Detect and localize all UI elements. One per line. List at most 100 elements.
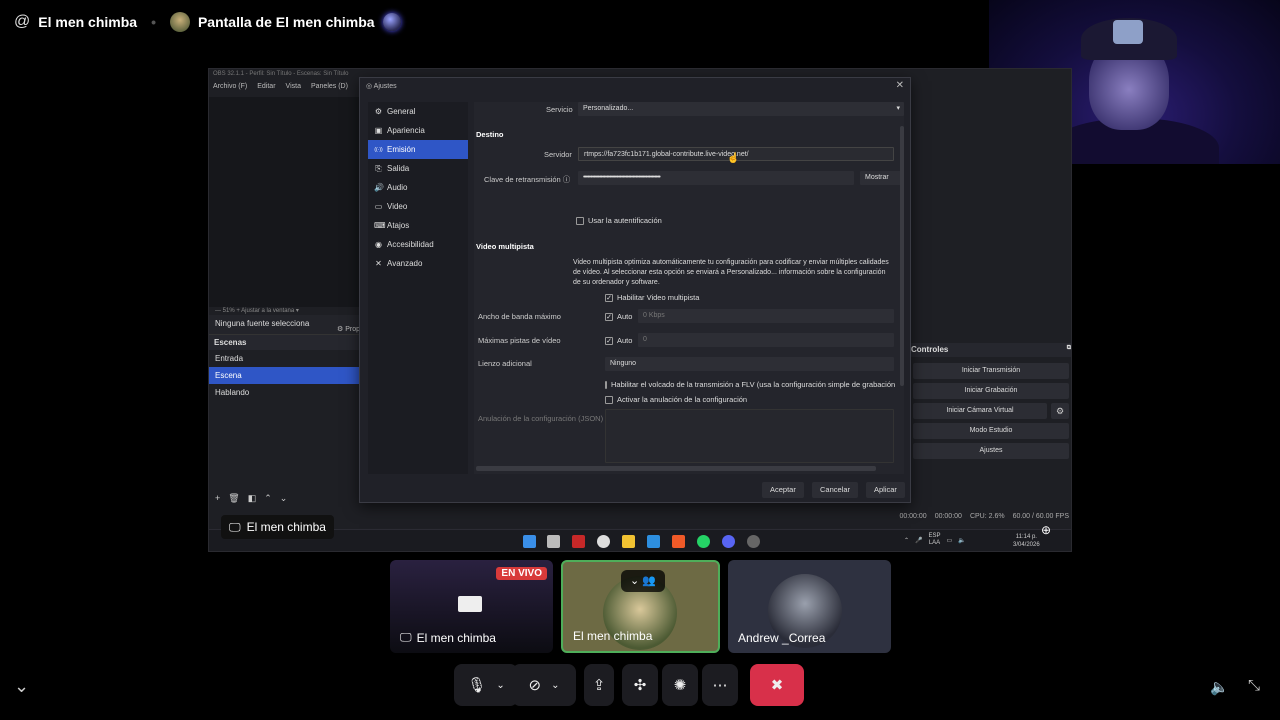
- soundboard-button[interactable]: ✺: [662, 664, 698, 706]
- flv-dump-checkbox[interactable]: Habilitar el volcado de la transmisión a…: [605, 380, 895, 389]
- chevron-up-icon[interactable]: ⌃: [904, 537, 909, 544]
- file-explorer-icon[interactable]: [622, 535, 635, 548]
- obs-preview: [209, 97, 359, 307]
- task-view-icon[interactable]: [547, 535, 560, 548]
- checkbox-checked: ✓: [605, 293, 613, 302]
- scene-item[interactable]: Entrada: [209, 350, 359, 367]
- apply-button[interactable]: Aplicar: [866, 482, 905, 498]
- tracks-auto-checkbox[interactable]: ✓ Auto: [605, 336, 632, 345]
- stream-key-input[interactable]: ••••••••••••••••••••••••••••••••••••••••…: [578, 171, 854, 185]
- microphone-button[interactable]: 🎙 ⌄: [454, 664, 518, 706]
- help-icon[interactable]: ⓘ: [563, 175, 571, 184]
- sidebar-item-atajos[interactable]: ⌨ Atajos: [368, 216, 468, 235]
- sidebar-item-audio[interactable]: 🔊 Audio: [368, 178, 468, 197]
- top-bar: @ El men chimba • Pantalla de El men chi…: [0, 0, 990, 44]
- sidebar-item-emision[interactable]: ((·)) Emisión: [368, 140, 468, 159]
- participant-tile[interactable]: Andrew _Correa: [728, 560, 891, 653]
- zoom-in-icon[interactable]: ⊕: [1041, 523, 1051, 537]
- enable-multitrack-checkbox[interactable]: ✓ Habilitar Video multipista: [605, 293, 699, 302]
- start-recording-button[interactable]: Iniciar Grabación: [913, 383, 1069, 399]
- close-icon[interactable]: ✕: [896, 80, 904, 91]
- screen-share-icon: ⇪: [592, 677, 606, 694]
- sidebar-label: Emisión: [387, 145, 416, 154]
- battery-icon[interactable]: ▭: [947, 537, 953, 544]
- use-auth-checkbox[interactable]: Usar la autentificación: [576, 216, 662, 225]
- add-icon[interactable]: +: [215, 493, 220, 504]
- config-override-label: Activar la anulación de la configuración: [617, 395, 748, 404]
- max-tracks-input[interactable]: 0: [638, 333, 894, 347]
- config-override-checkbox[interactable]: Activar la anulación de la configuración: [605, 395, 747, 404]
- chevron-down-icon[interactable]: ⌄: [14, 676, 29, 697]
- horizontal-scrollbar[interactable]: [476, 466, 876, 471]
- sidebar-item-avanzado[interactable]: ✕ Avanzado: [368, 254, 468, 273]
- input-language[interactable]: ESP LAA: [929, 533, 941, 547]
- mic-tray-icon[interactable]: 🎤: [915, 537, 922, 544]
- mouse-cursor-icon: ☝: [727, 153, 740, 164]
- brave-browser-icon[interactable]: [672, 535, 685, 548]
- menu-vista[interactable]: Vista: [286, 83, 301, 97]
- max-tracks-label: Máximas pistas de vídeo: [478, 336, 561, 345]
- cpu-usage: CPU: 2.6%: [969, 513, 1005, 520]
- sidebar-item-video[interactable]: ▭ Video: [368, 197, 468, 216]
- camera-button[interactable]: ⊘ ⌄: [512, 664, 576, 706]
- gear-icon: ⚙: [337, 326, 344, 333]
- speaker-icon[interactable]: 🔈: [1210, 678, 1229, 696]
- language-code: ESP: [928, 533, 941, 539]
- app-l-icon[interactable]: [572, 535, 585, 548]
- sidebar-item-salida[interactable]: ⎘ Salida: [368, 159, 468, 178]
- discord-icon[interactable]: [722, 535, 735, 548]
- obs-studio-icon[interactable]: [747, 535, 760, 548]
- start-stream-button[interactable]: Iniciar Transmisión: [913, 363, 1069, 379]
- checkbox-checked: ✓: [605, 336, 613, 345]
- menu-editar[interactable]: Editar: [257, 83, 275, 97]
- menu-archivo[interactable]: Archivo (F): [213, 83, 247, 97]
- studio-mode-button[interactable]: Modo Estudio: [913, 423, 1069, 439]
- scene-item[interactable]: Hablando: [209, 384, 359, 401]
- share-screen-button[interactable]: ⇪: [584, 664, 614, 706]
- video-icon: ▭: [374, 202, 383, 211]
- vscode-icon[interactable]: [647, 535, 660, 548]
- windows-start-icon[interactable]: [523, 535, 536, 548]
- virtual-camera-button[interactable]: Iniciar Cámara Virtual: [913, 403, 1047, 419]
- trash-icon[interactable]: 🗑: [228, 493, 239, 504]
- participant-tile-speaking[interactable]: ⌄ 👥 El men chimba: [561, 560, 720, 653]
- screen-share-owner: El men chimba: [246, 520, 326, 534]
- whatsapp-icon[interactable]: [697, 535, 710, 548]
- sidebar-item-apariencia[interactable]: ▣ Apariencia: [368, 121, 468, 140]
- more-options-button[interactable]: ⋯: [702, 664, 738, 706]
- show-key-button[interactable]: Mostrar: [860, 171, 904, 185]
- dock-popout-icon[interactable]: ⧉: [1067, 345, 1071, 352]
- cancel-button[interactable]: Cancelar: [812, 482, 859, 498]
- max-bandwidth-input[interactable]: 0 Kbps: [638, 309, 894, 323]
- move-down-icon[interactable]: ⌄: [280, 493, 288, 504]
- virtual-camera-settings-icon[interactable]: ⚙: [1051, 403, 1069, 419]
- bandwidth-auto-checkbox[interactable]: ✓ Auto: [605, 312, 632, 321]
- audio-icon: 🔊: [374, 183, 384, 192]
- tile-options[interactable]: ⌄ 👥: [621, 570, 665, 592]
- vertical-scrollbar[interactable]: [900, 126, 904, 386]
- settings-button[interactable]: Ajustes: [913, 443, 1069, 459]
- taskbar-clock[interactable]: 11:14 p. 3/04/2026: [1013, 533, 1040, 549]
- filter-icon[interactable]: ◧: [248, 493, 257, 504]
- override-json-textarea[interactable]: [605, 409, 894, 463]
- auto-label: Auto: [617, 336, 633, 345]
- scene-item[interactable]: Escena: [209, 367, 359, 384]
- shared-screen[interactable]: OBS 32.1.1 - Perfil: Sin Título - Escena…: [208, 68, 1072, 552]
- leave-call-button[interactable]: ✖: [750, 664, 804, 706]
- accept-button[interactable]: Aceptar: [762, 482, 804, 498]
- leave-call-icon: ✖: [770, 677, 784, 694]
- exit-fullscreen-icon[interactable]: ⤡: [1248, 677, 1260, 694]
- activities-button[interactable]: ✣: [622, 664, 658, 706]
- extra-canvas-select[interactable]: Ninguno: [605, 357, 894, 371]
- participant-tile-stream[interactable]: EN VIVO 🖵 El men chimba: [390, 560, 553, 653]
- checkbox-checked: ✓: [605, 312, 613, 321]
- move-up-icon[interactable]: ⌃: [264, 493, 272, 504]
- sidebar-item-general[interactable]: ⚙ General: [368, 102, 468, 121]
- menu-paneles[interactable]: Paneles (D): [311, 83, 348, 97]
- service-select[interactable]: Personalizado... ▾: [578, 102, 904, 116]
- sidebar-item-accesibilidad[interactable]: ◉ Accesibilidad: [368, 235, 468, 254]
- obs-app-icon[interactable]: [597, 535, 610, 548]
- checkbox-box: [576, 216, 584, 225]
- properties-button[interactable]: ⚙ Prop: [337, 325, 360, 333]
- speaker-tray-icon[interactable]: 🔈: [958, 537, 965, 544]
